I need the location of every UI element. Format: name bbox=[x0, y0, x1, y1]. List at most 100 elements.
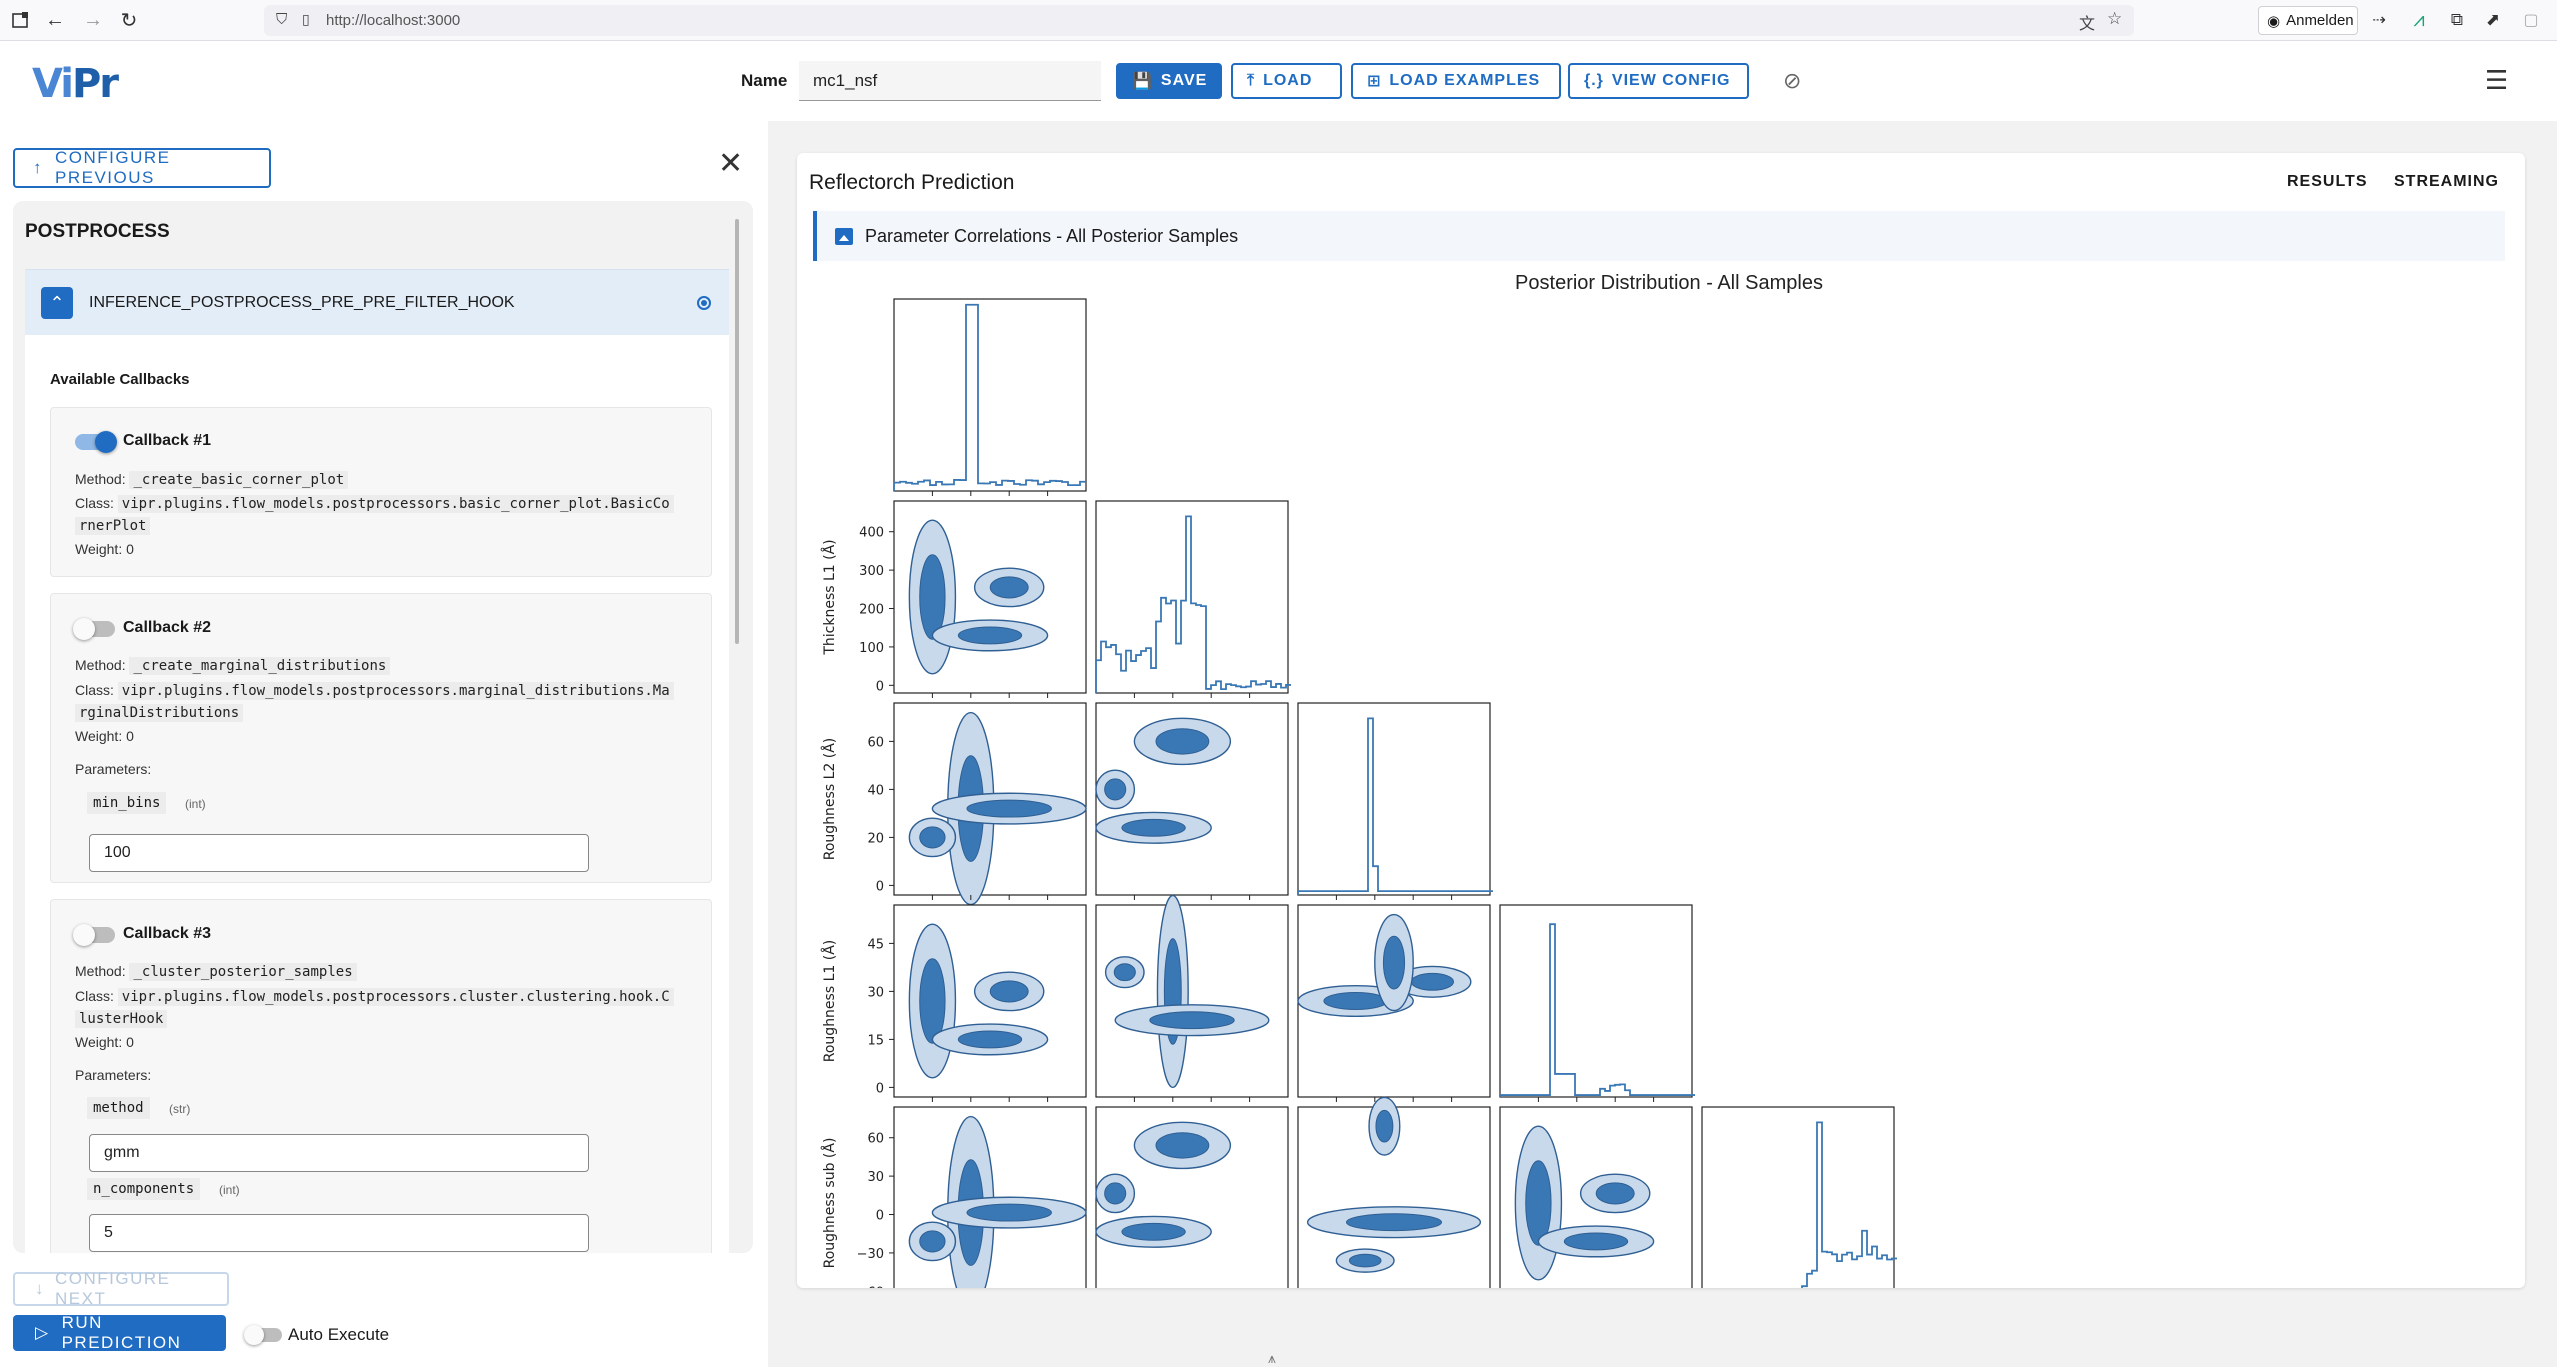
contour-inner bbox=[920, 827, 945, 848]
play-icon: ▷ bbox=[35, 1323, 50, 1343]
hook-label: INFERENCE_POSTPROCESS_PRE_PRE_FILTER_HOO… bbox=[89, 294, 515, 312]
class-value-cont: rginalDistributions bbox=[75, 704, 243, 722]
panel-frame bbox=[1298, 703, 1490, 895]
method-input[interactable] bbox=[89, 1134, 589, 1172]
page-info-icon[interactable]: ▯ bbox=[302, 11, 310, 28]
callback-1-weight: Weight: 0 bbox=[75, 538, 134, 560]
hook-header[interactable]: ⌃ INFERENCE_POSTPROCESS_PRE_PRE_FILTER_H… bbox=[25, 269, 729, 335]
panel-4-0 bbox=[894, 1107, 1086, 1288]
weight-label: Weight: bbox=[75, 1034, 122, 1050]
url-bar[interactable]: ⛉ ▯ http://localhost:3000 文 ☆ bbox=[264, 5, 2134, 36]
y-tick-label: 100 bbox=[859, 641, 884, 656]
load-button[interactable]: ⤒ LOAD bbox=[1231, 63, 1342, 99]
panel-frame bbox=[1096, 501, 1288, 693]
shield-icon[interactable]: ⛉ bbox=[276, 11, 287, 28]
panel-0-0 bbox=[894, 299, 1086, 496]
method-label: Method: bbox=[75, 657, 126, 673]
save-icon: 💾 bbox=[1132, 71, 1153, 91]
load-label: LOAD bbox=[1263, 72, 1312, 90]
y-tick-label: 300 bbox=[859, 564, 884, 579]
callback-3-class: Class: vipr.plugins.flow_models.postproc… bbox=[75, 985, 674, 1008]
contour-inner bbox=[967, 800, 1051, 817]
callback-3-title: Callback #3 bbox=[123, 925, 211, 943]
streaming-off-icon[interactable]: ⊘ bbox=[1783, 68, 1801, 94]
sign-in-label: Anmelden bbox=[2286, 12, 2354, 29]
callback-3-toggle[interactable] bbox=[75, 927, 115, 943]
sidebar-toggle-icon[interactable] bbox=[10, 9, 32, 31]
y-tick-label: 0 bbox=[876, 879, 884, 894]
panel-frame bbox=[894, 299, 1086, 491]
close-icon[interactable]: ✕ bbox=[718, 146, 743, 181]
prediction-title: Reflectorch Prediction bbox=[809, 171, 1014, 195]
contour-inner bbox=[1156, 729, 1209, 754]
tab-streaming[interactable]: STREAMING bbox=[2394, 173, 2499, 191]
name-input[interactable] bbox=[799, 61, 1101, 101]
scrollbar[interactable] bbox=[735, 219, 739, 644]
upload-icon: ⤒ bbox=[1247, 72, 1255, 90]
contour-inner bbox=[1122, 819, 1185, 836]
panel-2-0 bbox=[894, 703, 1086, 905]
param-min-bins-name: min_bins bbox=[87, 792, 166, 814]
contour-inner bbox=[958, 627, 1021, 644]
plot-section-header[interactable]: Parameter Correlations - All Posterior S… bbox=[813, 211, 2505, 261]
toggle-knob bbox=[73, 924, 95, 946]
weight-value: 0 bbox=[126, 1034, 134, 1050]
resize-grip-icon[interactable]: ⩚ bbox=[1268, 1350, 1276, 1367]
hook-body: Available Callbacks Callback #1 Method: … bbox=[25, 335, 729, 1253]
weight-value: 0 bbox=[126, 728, 134, 744]
plot-section-title: Parameter Correlations - All Posterior S… bbox=[865, 226, 1238, 247]
translate-icon[interactable]: 文 bbox=[2079, 10, 2095, 34]
method-value: _create_marginal_distributions bbox=[129, 657, 390, 675]
back-icon[interactable]: ← bbox=[44, 9, 66, 31]
auto-execute-toggle[interactable] bbox=[246, 1328, 282, 1342]
extensions-icon[interactable]: ⧉ bbox=[2446, 9, 2468, 31]
menu-icon[interactable]: ☰ bbox=[2485, 65, 2508, 96]
y-tick-label: 30 bbox=[867, 1170, 884, 1185]
configure-previous-button[interactable]: ↑ CONFIGURE PREVIOUS bbox=[13, 148, 271, 188]
view-config-button[interactable]: {.} VIEW CONFIG bbox=[1568, 63, 1749, 99]
load-examples-button[interactable]: ⊞ LOAD EXAMPLES bbox=[1351, 63, 1561, 99]
panel-1-0 bbox=[894, 501, 1086, 698]
toggle-knob bbox=[95, 431, 117, 453]
callback-1-toggle[interactable] bbox=[75, 434, 115, 450]
callback-3-class-cont: lusterHook bbox=[75, 1007, 167, 1030]
view-config-label: VIEW CONFIG bbox=[1612, 72, 1731, 90]
tab-results[interactable]: RESULTS bbox=[2287, 173, 2367, 191]
panel-3-0 bbox=[894, 905, 1086, 1102]
contour-inner bbox=[1105, 1183, 1126, 1204]
contour-inner bbox=[967, 1204, 1051, 1221]
panel-frame bbox=[1500, 905, 1692, 1097]
callback-2-toggle[interactable] bbox=[75, 621, 115, 637]
vue-extension-icon[interactable]: ⩘ bbox=[2408, 9, 2430, 31]
window-icon[interactable]: ▢ bbox=[2520, 9, 2542, 31]
panel-4-1 bbox=[1096, 1107, 1288, 1288]
sign-in-button[interactable]: ◉ Anmelden bbox=[2258, 6, 2358, 35]
param-n-components-type: (int) bbox=[219, 1183, 240, 1197]
url-text: http://localhost:3000 bbox=[326, 12, 460, 29]
chevron-up-icon[interactable]: ⌃ bbox=[41, 287, 73, 319]
examples-icon: ⊞ bbox=[1367, 71, 1381, 91]
share-icon[interactable]: ⬈ bbox=[2482, 9, 2504, 31]
contour-inner bbox=[990, 577, 1028, 598]
configure-next-button[interactable]: ↓ CONFIGURE NEXT bbox=[13, 1272, 229, 1306]
callback-3-weight: Weight: 0 bbox=[75, 1031, 134, 1053]
n-components-input[interactable] bbox=[89, 1214, 589, 1252]
contour-inner bbox=[1105, 779, 1126, 800]
min-bins-input[interactable] bbox=[89, 834, 589, 872]
panel-frame bbox=[1702, 1107, 1894, 1288]
bookmark-star-icon[interactable]: ☆ bbox=[2107, 9, 2122, 29]
extension-arrow-icon[interactable]: ⇢ bbox=[2368, 9, 2390, 31]
run-prediction-button[interactable]: ▷ RUN PREDICTION bbox=[13, 1315, 226, 1351]
weight-label: Weight: bbox=[75, 541, 122, 557]
class-value: vipr.plugins.flow_models.postprocessors.… bbox=[118, 682, 674, 700]
callback-2-method: Method: _create_marginal_distributions bbox=[75, 654, 390, 677]
contour-inner bbox=[1122, 1223, 1185, 1240]
save-button[interactable]: 💾 SAVE bbox=[1116, 63, 1222, 99]
app-logo[interactable]: ViPr bbox=[32, 61, 117, 107]
callback-2-title: Callback #2 bbox=[123, 619, 211, 637]
contour-inner bbox=[1349, 1254, 1381, 1267]
forward-icon[interactable]: → bbox=[82, 9, 104, 31]
hook-radio[interactable] bbox=[697, 296, 711, 310]
reload-icon[interactable]: ↻ bbox=[118, 9, 140, 31]
configure-previous-label: CONFIGURE PREVIOUS bbox=[55, 148, 269, 188]
